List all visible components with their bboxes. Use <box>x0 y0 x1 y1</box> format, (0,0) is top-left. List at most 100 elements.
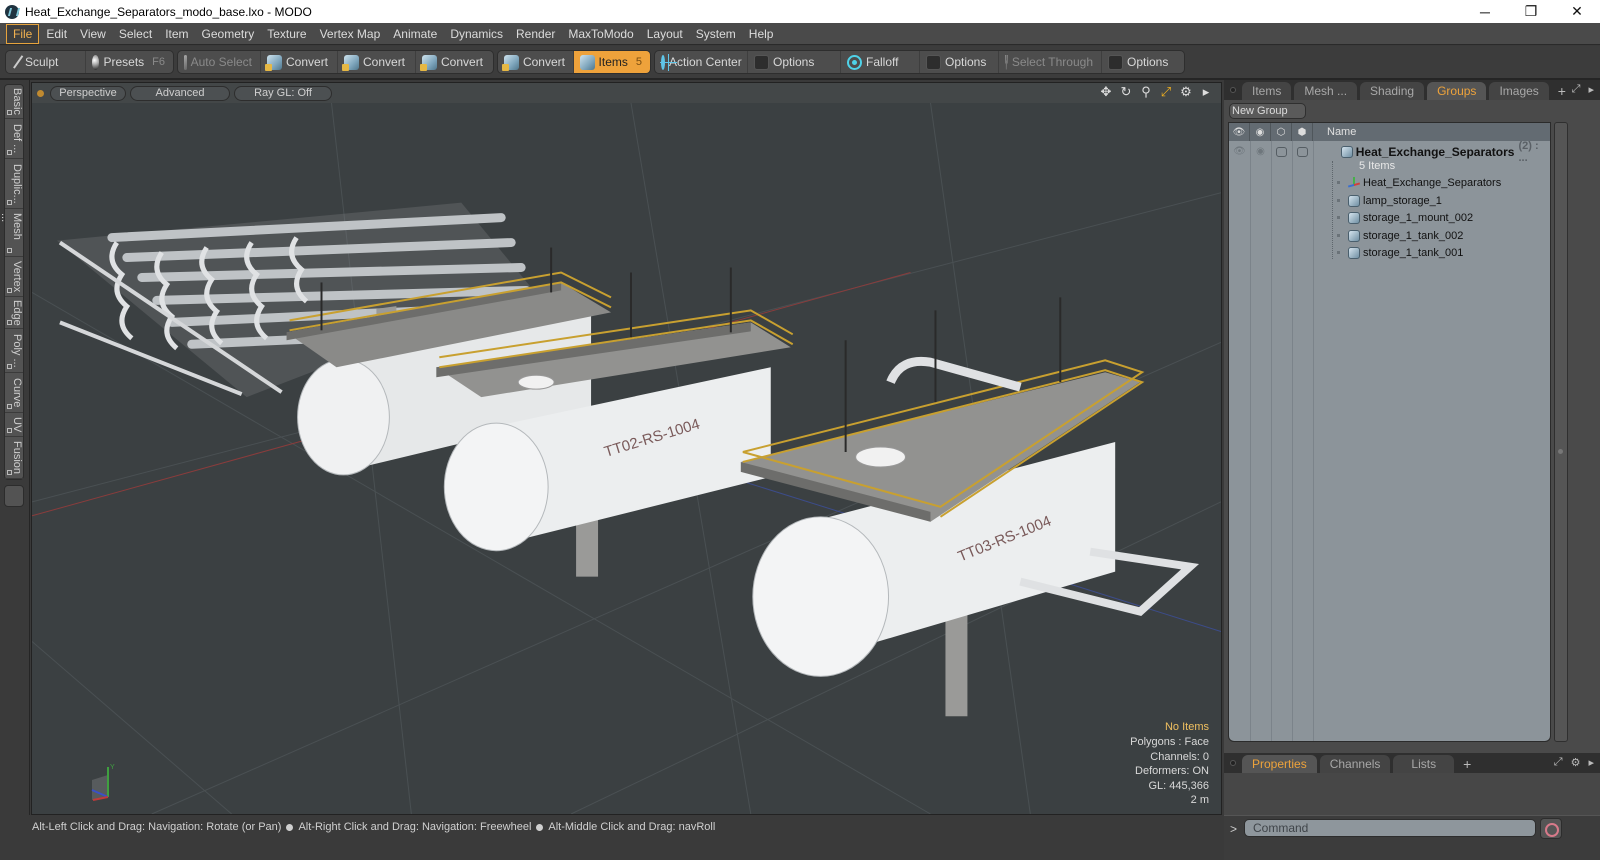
tab-uv[interactable]: UV <box>5 413 23 437</box>
tree-item[interactable]: lamp_storage_1 <box>1229 192 1550 210</box>
tab-duplicate[interactable]: Duplic... <box>5 159 23 209</box>
tab-vertex[interactable]: Vertex <box>5 257 23 297</box>
restore-button[interactable]: ❐ <box>1508 0 1554 23</box>
panel-menu-dot[interactable] <box>1230 87 1236 93</box>
tab-deform[interactable]: Def ... <box>5 119 23 159</box>
render-column-icon[interactable]: ◉ <box>1250 123 1271 141</box>
sculpt-button[interactable]: Sculpt <box>6 51 86 73</box>
presets-button[interactable]: Presets F6 <box>86 51 173 73</box>
tab-images[interactable]: Images <box>1489 82 1549 100</box>
arrow-right-icon[interactable]: ▸ <box>1588 756 1594 769</box>
items-mode-button[interactable]: Items 5 <box>574 51 650 73</box>
auto-select-button[interactable]: Auto Select <box>178 51 261 73</box>
tab-properties[interactable]: Properties <box>1242 755 1317 773</box>
tab-lists[interactable]: Lists <box>1393 755 1455 773</box>
menu-texture[interactable]: Texture <box>261 25 312 43</box>
menu-layout[interactable]: Layout <box>641 25 689 43</box>
menu-vertex-map[interactable]: Vertex Map <box>314 25 387 43</box>
select-through-options-button[interactable]: Options <box>1102 51 1184 73</box>
status-bar: Alt-Left Click and Drag: Navigation: Rot… <box>0 815 1224 860</box>
visibility-column-icon[interactable]: 👁 <box>1229 123 1250 141</box>
tab-mesh[interactable]: Mesh ... <box>1294 82 1358 100</box>
menu-view[interactable]: View <box>74 25 112 43</box>
gear-icon[interactable]: ⚙ <box>1571 756 1581 769</box>
arrow-right-icon[interactable]: ▸ <box>1588 83 1594 96</box>
action-center-options-button[interactable]: Options <box>748 51 841 73</box>
shading-dropdown[interactable]: Advanced <box>130 85 230 101</box>
menu-system[interactable]: System <box>690 25 742 43</box>
expand-icon[interactable]: ⤢ <box>1554 756 1563 769</box>
options-icon <box>926 54 941 70</box>
convert-edge-icon <box>342 54 359 71</box>
raygl-toggle[interactable]: Ray GL: Off <box>234 85 332 101</box>
menu-dynamics[interactable]: Dynamics <box>444 25 509 43</box>
tab-channels[interactable]: Channels <box>1319 755 1391 773</box>
mesh-icon <box>1348 246 1360 259</box>
viewport-header: Perspective Advanced Ray GL: Off ✥ ↻ ⚲ ⤢… <box>32 83 1221 103</box>
tab-custom[interactable] <box>4 485 24 507</box>
tab-items[interactable]: Items <box>1242 82 1292 100</box>
command-input[interactable]: Command <box>1244 819 1536 837</box>
menu-item[interactable]: Item <box>159 25 194 43</box>
move-icon[interactable]: ✥ <box>1099 85 1113 99</box>
tree-item[interactable]: storage_1_mount_002 <box>1229 209 1550 227</box>
visibility-toggle-icon[interactable]: 👁 <box>1229 146 1250 157</box>
menu-help[interactable]: Help <box>743 25 780 43</box>
tab-curve[interactable]: Curve <box>5 373 23 413</box>
menu-maxtomodo[interactable]: MaxToModo <box>562 25 639 43</box>
render-toggle-icon[interactable]: ◉ <box>1250 146 1271 157</box>
convert-vertices-button[interactable]: Convert <box>261 51 338 73</box>
menu-geometry[interactable]: Geometry <box>196 25 261 43</box>
tab-shading[interactable]: Shading <box>1360 82 1425 100</box>
action-center-button[interactable]: Action Center <box>655 51 748 73</box>
select-toggle[interactable] <box>1297 146 1308 157</box>
falloff-icon <box>847 54 862 70</box>
navigation-hints: Alt-Left Click and Drag: Navigation: Rot… <box>32 821 715 833</box>
items-shortcut: 5 <box>635 56 642 68</box>
close-button[interactable]: ✕ <box>1554 0 1600 23</box>
tab-mesh[interactable]: Mesh ... <box>0 209 23 257</box>
rotate-icon[interactable]: ↻ <box>1119 85 1133 99</box>
name-column-header[interactable]: Name <box>1313 126 1356 138</box>
menu-render[interactable]: Render <box>510 25 561 43</box>
panel-menu-dot[interactable] <box>1230 760 1236 766</box>
menu-file[interactable]: File <box>6 23 40 44</box>
menu-edit[interactable]: Edit <box>40 25 73 43</box>
falloff-button[interactable]: Falloff <box>841 51 920 73</box>
tree-scrollbar[interactable] <box>1554 122 1568 742</box>
lock-column-icon[interactable]: ⬡ <box>1271 123 1292 141</box>
convert-items-button[interactable]: Convert <box>498 51 574 73</box>
select-through-button[interactable]: Select Through <box>999 51 1102 73</box>
convert-polygons-button[interactable]: Convert <box>416 51 493 73</box>
add-tab-icon[interactable]: + <box>1457 756 1477 772</box>
gear-icon[interactable]: ⚙ <box>1179 85 1193 99</box>
falloff-options-button[interactable]: Options <box>920 51 999 73</box>
tab-edge[interactable]: Edge <box>5 297 23 329</box>
3d-viewport[interactable]: TT02-RS-1004 TT03-RS-1004 Perspective Ad… <box>31 82 1222 815</box>
record-macro-button[interactable] <box>1540 818 1562 839</box>
tree-item[interactable]: storage_1_tank_002 <box>1229 227 1550 245</box>
tree-item[interactable]: storage_1_tank_001 <box>1229 244 1550 262</box>
tree-item[interactable]: Heat_Exchange_Separators <box>1229 174 1550 192</box>
select-column-icon[interactable]: ⬢ <box>1292 123 1313 141</box>
minimize-button[interactable]: ─ <box>1462 0 1508 23</box>
tab-groups[interactable]: Groups <box>1427 82 1487 100</box>
viewport-status-dot[interactable] <box>37 89 44 97</box>
tab-basic[interactable]: Basic <box>5 85 23 119</box>
tab-fusion[interactable]: Fusion <box>5 437 23 479</box>
menu-select[interactable]: Select <box>113 25 158 43</box>
lock-toggle[interactable] <box>1276 146 1287 157</box>
scene-render[interactable]: TT02-RS-1004 TT03-RS-1004 <box>32 83 1221 814</box>
menu-animate[interactable]: Animate <box>387 25 443 43</box>
arrow-right-icon[interactable]: ▸ <box>1199 85 1213 99</box>
zoom-icon[interactable]: ⚲ <box>1139 85 1153 99</box>
expand-icon[interactable]: ⤢ <box>1572 83 1581 96</box>
presets-label: Presets <box>103 55 145 69</box>
view-mode-dropdown[interactable]: Perspective <box>50 85 126 101</box>
tab-polygon[interactable]: Poly ... <box>5 329 23 373</box>
add-tab-icon[interactable]: + <box>1552 83 1572 99</box>
convert-edges-button[interactable]: Convert <box>338 51 416 73</box>
command-prompt: > <box>1230 822 1238 836</box>
maximize-icon[interactable]: ⤢ <box>1159 85 1173 99</box>
new-group-button[interactable]: New Group <box>1229 103 1306 119</box>
